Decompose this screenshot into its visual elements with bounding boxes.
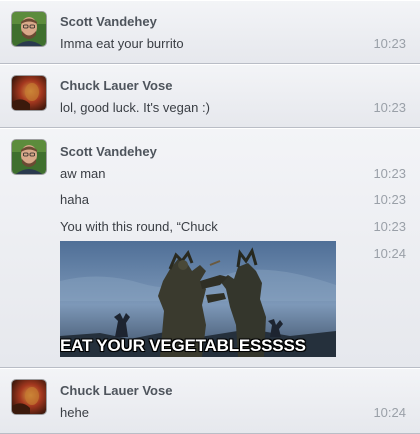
message-text: You with this round, “Chuck — [60, 219, 218, 234]
chat-transcript: Scott Vandehey Imma eat your burrito 10:… — [0, 0, 420, 434]
sender-name: Scott Vandehey — [60, 144, 157, 159]
sender-name: Chuck Lauer Vose — [60, 383, 173, 398]
message-text: lol, good luck. It's vegan :) — [60, 100, 210, 115]
message-group: Chuck Lauer Vose hehe 10:24 — [0, 368, 420, 434]
avatar[interactable] — [12, 380, 46, 414]
message-text: hehe — [60, 405, 89, 420]
avatar[interactable] — [12, 140, 46, 174]
timestamp: 10:24 — [373, 405, 406, 420]
timestamp: 10:24 — [373, 246, 406, 261]
message-group: Scott Vandehey Imma eat your burrito 10:… — [0, 0, 420, 64]
timestamp: 10:23 — [373, 36, 406, 51]
gif-caption: EAT YOUR VEGETABLESSSSS — [60, 336, 306, 355]
message-text: haha — [60, 192, 89, 207]
message-group: Chuck Lauer Vose lol, good luck. It's ve… — [0, 64, 420, 128]
gif-image[interactable]: EAT YOUR VEGETABLESSSSS — [60, 241, 336, 357]
timestamp: 10:23 — [373, 192, 406, 207]
avatar[interactable] — [12, 12, 46, 46]
message-text: aw man — [60, 166, 106, 181]
timestamp: 10:23 — [373, 219, 406, 234]
message-text: Imma eat your burrito — [60, 36, 184, 51]
timestamp: 10:23 — [373, 166, 406, 181]
message-group: Scott Vandehey aw man 10:23 haha 10:23 Y… — [0, 128, 420, 368]
avatar[interactable] — [12, 76, 46, 110]
timestamp: 10:23 — [373, 100, 406, 115]
sender-name: Chuck Lauer Vose — [60, 78, 173, 93]
sender-name: Scott Vandehey — [60, 14, 157, 29]
